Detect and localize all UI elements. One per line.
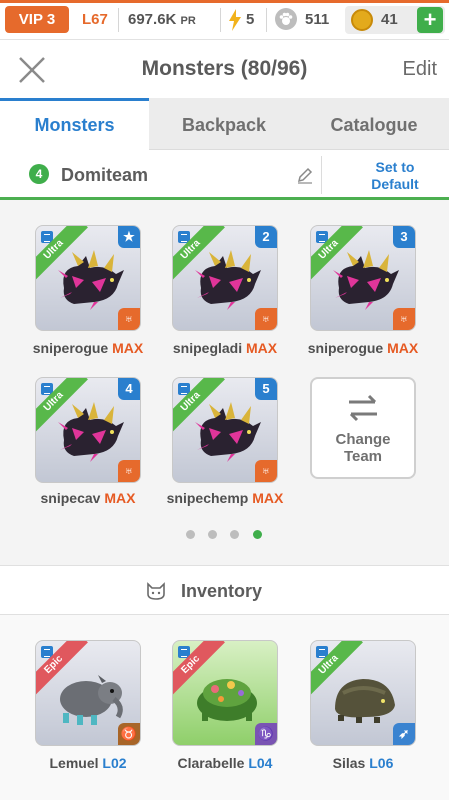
slot-number: 4 [118, 378, 140, 400]
monster-level: L04 [248, 755, 273, 771]
vip-badge[interactable]: VIP 3 [5, 6, 69, 33]
element-icon: ♅ [118, 460, 140, 482]
monster-image [329, 663, 401, 725]
divider [266, 8, 267, 32]
monster-name-label: Lemuel L02 [20, 755, 156, 771]
team-name: Domiteam [61, 165, 149, 185]
pencil-icon[interactable] [296, 166, 314, 184]
power-rating: 697.6K PR [128, 11, 196, 28]
inventory-monster-card[interactable]: Ultra ➶ [310, 640, 416, 746]
change-team-line1: Change [335, 431, 391, 448]
max-badge: MAX [246, 340, 278, 356]
max-badge: MAX [112, 340, 144, 356]
monster-name-label: Clarabelle L04 [157, 755, 293, 771]
element-icon: ♅ [255, 460, 277, 482]
monster-image [191, 248, 263, 310]
team-number-badge: 4 [29, 164, 49, 184]
divider [220, 8, 221, 32]
team-selector[interactable]: 4 Domiteam Set to Default [0, 150, 449, 200]
inventory-header: Inventory [0, 565, 449, 615]
monster-level: L02 [102, 755, 127, 771]
add-coins-button[interactable]: + [417, 7, 443, 33]
element-icon: ♅ [393, 308, 415, 330]
team-monster-card[interactable]: Ultra 3 ♅ [310, 225, 416, 331]
monster-image [191, 663, 263, 725]
slot-number: 5 [255, 378, 277, 400]
food-count: 511 [305, 11, 330, 28]
player-level: L67 [82, 11, 108, 28]
max-badge: MAX [252, 490, 284, 506]
set-default-line2: Default [371, 176, 419, 192]
energy-bolt-icon [229, 9, 241, 31]
inventory-title: Inventory [181, 581, 263, 601]
page-dot[interactable] [230, 530, 239, 539]
monster-image [329, 248, 401, 310]
page-dot[interactable] [186, 530, 195, 539]
tab-backpack[interactable]: Backpack [149, 98, 299, 150]
monster-name-label: sniperogue MAX [20, 340, 156, 356]
paw-icon [275, 8, 297, 30]
monster-image [54, 663, 126, 725]
monster-name-label: sniperogue MAX [295, 340, 431, 356]
slot-number: 2 [255, 226, 277, 248]
status-bar: VIP 3 L67 697.6K PR 5 511 41 + [0, 0, 449, 40]
status-accent-line [0, 0, 449, 3]
tab-bar: Monsters Backpack Catalogue [0, 98, 449, 150]
swap-arrows-icon [349, 394, 377, 422]
power-rating-unit: PR [180, 15, 196, 27]
monster-name: snipegladi [172, 340, 243, 356]
monster-name: Lemuel [49, 755, 99, 771]
monster-name: sniperogue [307, 340, 384, 356]
edit-button[interactable]: Edit [403, 58, 437, 81]
coin-count: 41 [381, 11, 398, 28]
divider [118, 8, 119, 32]
monster-name-label: Silas L06 [295, 755, 431, 771]
set-to-default-button[interactable]: Set to Default [360, 159, 430, 193]
tab-monsters[interactable]: Monsters [0, 98, 149, 150]
inventory-monster-card[interactable]: Epic ♑ [172, 640, 278, 746]
coin-icon [351, 9, 373, 31]
team-monster-card[interactable]: Ultra 4 ♅ [35, 377, 141, 483]
element-icon: ♉ [118, 723, 140, 745]
change-team-line2: Team [343, 448, 383, 465]
monster-name-label: snipechemp MAX [157, 490, 293, 506]
tab-catalogue[interactable]: Catalogue [299, 98, 449, 150]
monster-name: Silas [332, 755, 366, 771]
element-icon: ♑ [255, 723, 277, 745]
header: Monsters (80/96) Edit [0, 40, 449, 98]
monster-level: L06 [369, 755, 394, 771]
energy-count: 5 [246, 11, 255, 28]
divider [321, 156, 322, 194]
team-monster-card[interactable]: Ultra 5 ♅ [172, 377, 278, 483]
cat-face-icon [147, 582, 165, 600]
element-icon: ➶ [393, 723, 415, 745]
slot-number: 3 [393, 226, 415, 248]
element-icon: ♅ [118, 308, 140, 330]
change-team-button[interactable]: Change Team [310, 377, 416, 479]
page-title: Monsters (80/96) [141, 57, 308, 80]
monster-name: sniperogue [32, 340, 109, 356]
max-badge: MAX [104, 490, 136, 506]
max-badge: MAX [387, 340, 419, 356]
set-default-line1: Set to [375, 159, 415, 175]
power-rating-value: 697.6K [128, 11, 177, 28]
monster-name: snipecav [40, 490, 101, 506]
monster-name: Clarabelle [177, 755, 245, 771]
page-dot[interactable] [208, 530, 217, 539]
team-monster-card[interactable]: Ultra 2 ♅ [172, 225, 278, 331]
element-icon: ♅ [255, 308, 277, 330]
team-monster-card[interactable]: Ultra ★ ♅ [35, 225, 141, 331]
page-dot-active[interactable] [253, 530, 262, 539]
monster-name-label: snipegladi MAX [157, 340, 293, 356]
inventory-monster-card[interactable]: Epic ♉ [35, 640, 141, 746]
star-icon: ★ [118, 226, 140, 248]
monster-image [54, 248, 126, 310]
monster-image [191, 400, 263, 462]
monster-image [54, 400, 126, 462]
monster-name: snipechemp [166, 490, 249, 506]
monster-name-label: snipecav MAX [20, 490, 156, 506]
